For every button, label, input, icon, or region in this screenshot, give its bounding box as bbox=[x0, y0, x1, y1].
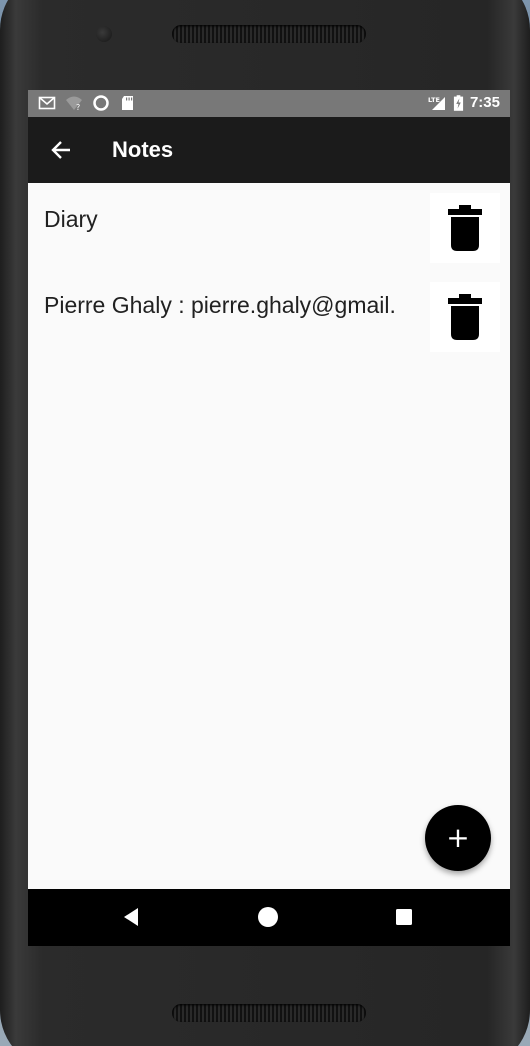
list-item[interactable]: Diary bbox=[28, 183, 510, 273]
bottom-speaker-grille bbox=[172, 1004, 366, 1022]
wifi-icon: ? bbox=[66, 96, 82, 112]
home-circle-icon bbox=[258, 907, 278, 927]
phone-screen: ? LTE 7:35 Notes Diary Pierre Ghaly: pi… bbox=[28, 90, 510, 946]
delete-note-button[interactable] bbox=[430, 282, 500, 352]
front-camera bbox=[96, 26, 112, 42]
trash-icon bbox=[448, 205, 482, 251]
page-title: Notes bbox=[112, 137, 174, 162]
nav-home-button[interactable] bbox=[253, 902, 283, 932]
battery-charging-icon bbox=[453, 95, 464, 111]
lte-signal-icon: LTE bbox=[428, 96, 445, 110]
recents-square-icon bbox=[396, 909, 412, 925]
system-nav-bar bbox=[28, 889, 510, 946]
delete-note-button[interactable] bbox=[430, 193, 500, 263]
notes-list: Diary Pierre Ghaly : pierre.ghaly@gmail. bbox=[28, 183, 510, 363]
sync-circle-icon bbox=[93, 95, 109, 111]
status-bar: ? LTE 7:35 bbox=[28, 90, 510, 117]
arrow-back-icon bbox=[51, 141, 70, 159]
gmail-icon bbox=[38, 96, 56, 110]
add-note-button[interactable]: + bbox=[425, 805, 491, 871]
back-button[interactable] bbox=[42, 131, 80, 169]
note-title: Pierre Ghaly : pierre.ghaly@gmail. bbox=[44, 292, 396, 318]
nav-back-button[interactable] bbox=[116, 902, 146, 932]
status-time: 7:35 bbox=[469, 94, 500, 111]
trash-icon bbox=[448, 294, 482, 340]
sd-card-icon bbox=[122, 96, 133, 110]
top-speaker-grille bbox=[172, 25, 366, 43]
app-bar: Notes bbox=[28, 117, 510, 183]
svg-text:LTE: LTE bbox=[428, 96, 440, 104]
plus-icon: + bbox=[446, 821, 470, 854]
back-triangle-icon bbox=[124, 908, 138, 926]
list-item[interactable]: Pierre Ghaly : pierre.ghaly@gmail. bbox=[28, 273, 510, 363]
note-title: Diary bbox=[44, 206, 98, 232]
svg-text:?: ? bbox=[76, 103, 80, 112]
nav-recents-button[interactable] bbox=[389, 902, 419, 932]
